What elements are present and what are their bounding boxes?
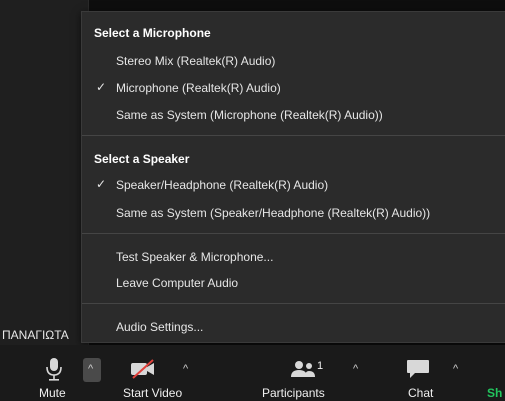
menu-divider: [82, 135, 505, 136]
menu-divider: [82, 233, 505, 234]
menu-item-label: Same as System (Microphone (Realtek(R) A…: [116, 108, 383, 122]
microphone-icon: [46, 358, 62, 381]
menu-item-same-as-system-speaker[interactable]: Same as System (Speaker/Headphone (Realt…: [82, 202, 505, 224]
mute-label: Mute: [39, 386, 66, 400]
participants-count: 1: [317, 360, 324, 372]
check-icon: ✓: [96, 177, 107, 191]
chat-button[interactable]: ^ Chat: [404, 345, 474, 401]
chevron-up-icon[interactable]: ^: [353, 363, 358, 375]
share-label: Sh: [487, 386, 503, 400]
meeting-toolbar: Mute ^ ^ Start Video 1 ^ Participants ^ …: [0, 345, 505, 401]
check-icon: ✓: [96, 80, 107, 94]
menu-item-label: Microphone (Realtek(R) Audio): [116, 81, 281, 95]
start-video-label: Start Video: [123, 386, 183, 400]
menu-item-microphone-realtek[interactable]: ✓ Microphone (Realtek(R) Audio): [82, 77, 505, 99]
microphone-heading: Select a Microphone: [94, 26, 211, 40]
chevron-up-icon[interactable]: ^: [183, 363, 188, 375]
menu-item-speaker-headphone[interactable]: ✓ Speaker/Headphone (Realtek(R) Audio): [82, 174, 505, 196]
chat-icon: [407, 360, 429, 378]
menu-item-audio-settings[interactable]: Audio Settings...: [82, 316, 505, 338]
participants-label: Participants: [262, 386, 325, 400]
menu-item-label: Speaker/Headphone (Realtek(R) Audio): [116, 178, 329, 192]
mute-button[interactable]: Mute: [32, 345, 82, 401]
menu-item-same-as-system-mic[interactable]: Same as System (Microphone (Realtek(R) A…: [82, 104, 505, 126]
video-off-icon: [131, 359, 154, 379]
participants-icon: [291, 361, 315, 377]
start-video-button[interactable]: ^ Start Video: [120, 345, 230, 401]
menu-item-test-speaker-mic[interactable]: Test Speaker & Microphone...: [82, 246, 505, 268]
participants-button[interactable]: 1 ^ Participants: [260, 345, 370, 401]
chevron-up-icon[interactable]: ^: [453, 363, 458, 375]
share-screen-button[interactable]: Sh: [487, 345, 505, 401]
participant-tile: ΠΑΝΑΓΙΩΤΑ: [0, 0, 89, 345]
menu-divider: [82, 303, 505, 304]
chevron-up-icon: ^: [88, 363, 94, 375]
menu-item-label: Stereo Mix (Realtek(R) Audio): [116, 54, 276, 68]
audio-options-menu: Select a Microphone Stereo Mix (Realtek(…: [81, 11, 505, 343]
menu-item-label: Same as System (Speaker/Headphone (Realt…: [116, 206, 431, 220]
menu-item-label: Audio Settings...: [116, 320, 204, 334]
menu-item-leave-computer-audio[interactable]: Leave Computer Audio: [82, 272, 505, 294]
speaker-heading: Select a Speaker: [94, 152, 190, 166]
menu-item-label: Leave Computer Audio: [116, 276, 239, 290]
menu-item-stereo-mix[interactable]: Stereo Mix (Realtek(R) Audio): [82, 50, 505, 72]
menu-item-label: Test Speaker & Microphone...: [116, 250, 274, 264]
chat-label: Chat: [408, 386, 434, 400]
participant-name: ΠΑΝΑΓΙΩΤΑ: [2, 328, 69, 342]
audio-options-caret-button[interactable]: ^: [83, 358, 101, 382]
